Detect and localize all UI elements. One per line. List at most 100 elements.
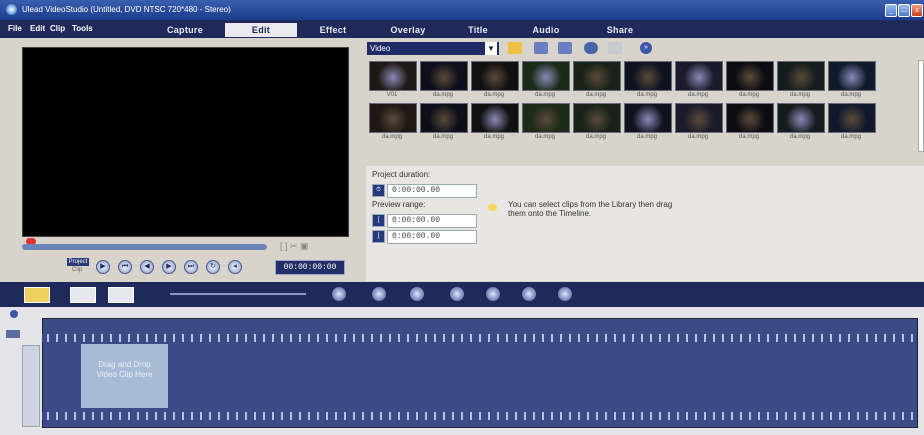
step-share[interactable]: Share [586, 23, 654, 37]
library-thumbnail[interactable]: da.mpg [777, 103, 825, 145]
library-thumbnail[interactable]: da.mpg [369, 103, 417, 145]
drop-zone[interactable]: Drag and Drop Video Clip Here [81, 344, 168, 408]
zoom-slider[interactable] [170, 293, 306, 295]
library-thumbnail[interactable]: da.mpg [573, 103, 621, 145]
library-thumbnail[interactable]: da.mpg [420, 103, 468, 145]
maximize-button[interactable]: □ [898, 4, 910, 17]
timecode-display[interactable]: 00:00:00:00 [275, 260, 345, 275]
step-overlay[interactable]: Overlay [372, 23, 444, 37]
library-view-icon[interactable] [558, 42, 572, 54]
track-manager-icon[interactable] [6, 330, 20, 338]
library-options-icon[interactable] [608, 42, 622, 54]
mark-out-icon[interactable]: ] [372, 230, 385, 243]
thumbnail-caption: da.mpg [789, 92, 810, 98]
thumbnail-caption: da.mpg [840, 134, 861, 140]
thumbnail-caption: da.mpg [840, 92, 861, 98]
thumbnail-caption: da.mpg [738, 134, 759, 140]
library-thumbnail[interactable]: da.mpg [828, 61, 876, 103]
thumbnail-image [522, 61, 570, 91]
library-thumbnail[interactable]: da.mpg [420, 61, 468, 103]
timeline-view-button[interactable] [70, 287, 96, 303]
step-capture[interactable]: Capture [150, 23, 220, 37]
library-capture-icon[interactable] [584, 42, 598, 54]
library-thumbnail[interactable]: da.mpg [726, 61, 774, 103]
step-title[interactable]: Title [450, 23, 506, 37]
library-thumbnail[interactable]: da.mpg [675, 61, 723, 103]
batch-convert-icon[interactable] [558, 287, 572, 301]
step-edit[interactable]: Edit [225, 23, 297, 37]
thumbnail-caption: da.mpg [687, 92, 708, 98]
step-effect[interactable]: Effect [300, 23, 366, 37]
library-thumbnail[interactable]: da.mpg [624, 103, 672, 145]
thumbnail-caption: da.mpg [687, 134, 708, 140]
preview-end-field[interactable]: 0:00:00.00 [387, 230, 477, 244]
library-thumbnail[interactable]: da.mpg [828, 103, 876, 145]
folder-icon[interactable] [508, 42, 522, 54]
thumbnail-caption: da.mpg [738, 92, 759, 98]
smart-proxy-icon[interactable] [450, 287, 464, 301]
thumbnail-image [828, 61, 876, 91]
effects-tool-icon[interactable] [522, 287, 536, 301]
thumbnail-image [624, 103, 672, 133]
library-thumbnail[interactable]: da.mpg [573, 61, 621, 103]
thumbnail-caption: da.mpg [636, 92, 657, 98]
thumbnail-caption: da.mpg [585, 92, 606, 98]
library-thumbnail[interactable]: da.mpg [471, 61, 519, 103]
scrubber-bar[interactable] [22, 244, 267, 250]
title-bar: Ulead VideoStudio (Untitled, DVD NTSC 72… [0, 0, 924, 20]
prev-frame-icon[interactable]: ◀ [140, 260, 154, 274]
chevron-down-icon[interactable]: ▼ [485, 42, 497, 55]
skip-end-icon[interactable]: ⏭ [184, 260, 198, 274]
preview-start-field[interactable]: 0:00:00.00 [387, 214, 477, 228]
thumbnail-image [726, 103, 774, 133]
menu-clip[interactable]: Clip [50, 24, 65, 33]
track-header[interactable] [22, 345, 40, 427]
mode-project[interactable]: Project [67, 258, 89, 266]
repeat-icon[interactable]: ↻ [206, 260, 220, 274]
library-thumbnail[interactable]: da.mpg [675, 103, 723, 145]
step-audio[interactable]: Audio [512, 23, 580, 37]
library-thumbnail[interactable]: da.mpg [522, 61, 570, 103]
project-duration-field[interactable]: 0:00:00.00 [387, 184, 477, 198]
menu-file[interactable]: File [8, 24, 22, 33]
thumbnail-image [777, 103, 825, 133]
library-scrollbar[interactable] [918, 60, 924, 152]
library-thumbnail[interactable]: da.mpg [522, 103, 570, 145]
skip-start-icon[interactable]: ⏮ [118, 260, 132, 274]
thumbnail-caption: da.mpg [432, 134, 453, 140]
library-thumbnail[interactable]: da.mpg [726, 103, 774, 145]
storyboard-view-button[interactable] [24, 287, 50, 303]
thumbnail-image [624, 61, 672, 91]
film-strip-bottom [42, 412, 916, 420]
mode-clip[interactable]: Clip [72, 267, 82, 273]
undo-icon[interactable] [372, 287, 386, 301]
thumbnail-caption: da.mpg [534, 134, 555, 140]
library-thumbnail[interactable]: da.mpg [624, 61, 672, 103]
audio-view-button[interactable] [108, 287, 134, 303]
volume-icon[interactable]: ◂ [228, 260, 242, 274]
library-tool-icon[interactable] [534, 42, 548, 54]
redo-icon[interactable] [410, 287, 424, 301]
step-bar: File Edit Clip Tools Capture Edit Effect… [0, 20, 924, 38]
close-button[interactable]: x [911, 4, 923, 17]
library-thumbnail[interactable]: da.mpg [471, 103, 519, 145]
next-frame-icon[interactable]: ▶ [162, 260, 176, 274]
library-thumbnail[interactable]: V01 [369, 61, 417, 103]
menu-tools[interactable]: Tools [72, 24, 93, 33]
thumbnail-image [369, 61, 417, 91]
film-strip-top [42, 334, 916, 342]
menu-edit[interactable]: Edit [30, 24, 45, 33]
play-icon[interactable]: ▶ [96, 260, 110, 274]
library-category: Video [370, 44, 391, 53]
expand-icon[interactable]: » [640, 42, 652, 54]
insert-media-icon[interactable] [332, 287, 346, 301]
thumbnail-caption: da.mpg [585, 134, 606, 140]
capture-tool-icon[interactable] [486, 287, 500, 301]
scroll-up-icon[interactable] [10, 310, 18, 318]
trim-mark-icons[interactable]: [ ] ✂ ▣ [280, 241, 309, 252]
mark-in-icon[interactable]: [ [372, 214, 385, 227]
library-category-dropdown[interactable]: Video ▼ [367, 42, 499, 55]
library-thumbnail[interactable]: da.mpg [777, 61, 825, 103]
thumbnail-image [573, 61, 621, 91]
minimize-button[interactable]: _ [885, 4, 897, 17]
